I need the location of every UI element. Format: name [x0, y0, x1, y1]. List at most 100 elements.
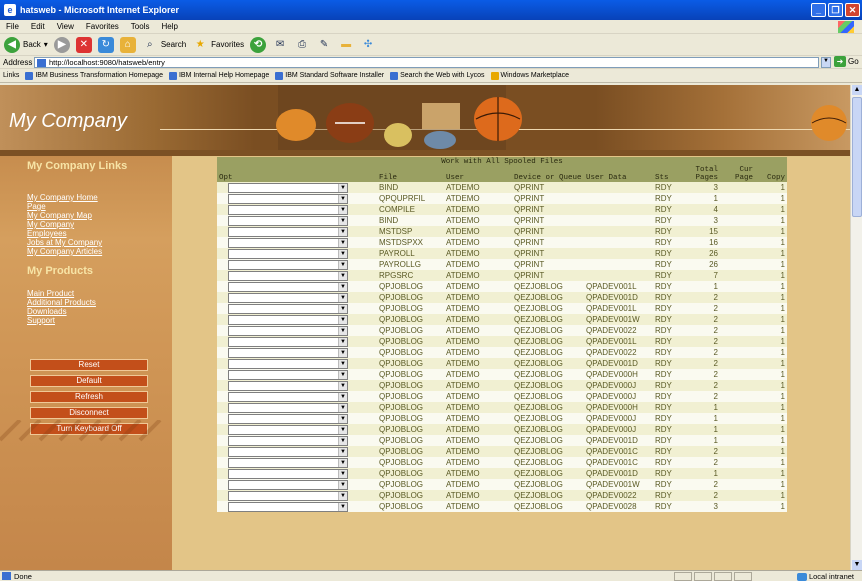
opt-select[interactable]: ▼: [228, 281, 348, 292]
opt-select[interactable]: ▼: [228, 369, 348, 380]
menu-edit[interactable]: Edit: [31, 22, 45, 31]
cell-file: QPJOBLOG: [377, 303, 444, 314]
opt-select[interactable]: ▼: [228, 182, 348, 193]
vertical-scrollbar[interactable]: ▲ ▼: [850, 85, 862, 570]
minimize-button[interactable]: _: [811, 3, 826, 17]
home-button[interactable]: ⌂: [119, 36, 136, 53]
cell-cur: [720, 336, 755, 347]
opt-select[interactable]: ▼: [228, 501, 348, 512]
sidebar-link-employees[interactable]: My Company Employees: [27, 220, 99, 238]
menu-tools[interactable]: Tools: [131, 22, 150, 31]
opt-select[interactable]: ▼: [228, 468, 348, 479]
opt-select[interactable]: ▼: [228, 270, 348, 281]
opt-select[interactable]: ▼: [228, 479, 348, 490]
opt-select[interactable]: ▼: [228, 413, 348, 424]
toolbar: ◀ Back ▾ ▶ ✕ ↻ ⌂ ⌕ Search ★ Favorites ⟲ ✉ ⎙ …: [0, 34, 862, 56]
opt-cell: ▼: [217, 424, 377, 435]
opt-select[interactable]: ▼: [228, 248, 348, 259]
go-button[interactable]: ➜ Go: [834, 56, 859, 67]
sidebar-link-main-product[interactable]: Main Product: [27, 289, 74, 298]
opt-cell: ▼: [217, 435, 377, 446]
scroll-down-arrow-icon[interactable]: ▼: [852, 560, 862, 570]
chevron-down-icon: ▼: [338, 348, 347, 357]
messenger-icon[interactable]: ✣: [360, 37, 376, 53]
address-dropdown-button[interactable]: ▼: [821, 57, 831, 68]
cell-total: 2: [685, 391, 720, 402]
opt-select[interactable]: ▼: [228, 380, 348, 391]
folder-icon[interactable]: ▬: [338, 37, 354, 53]
cell-device: QPRINT: [512, 248, 584, 259]
opt-select[interactable]: ▼: [228, 259, 348, 270]
mail-button[interactable]: ✉: [272, 37, 288, 53]
opt-select[interactable]: ▼: [228, 347, 348, 358]
cell-user: ATDEMO: [444, 248, 512, 259]
stop-button[interactable]: ✕: [75, 36, 92, 53]
maximize-button[interactable]: ❐: [828, 3, 843, 17]
cell-total: 3: [685, 215, 720, 226]
opt-select[interactable]: ▼: [228, 391, 348, 402]
opt-select[interactable]: ▼: [228, 314, 348, 325]
link-item[interactable]: IBM Standard Software Installer: [275, 71, 384, 80]
opt-select[interactable]: ▼: [228, 215, 348, 226]
close-button[interactable]: ✕: [845, 3, 860, 17]
menu-favorites[interactable]: Favorites: [86, 22, 119, 31]
chevron-down-icon: ▼: [338, 205, 347, 214]
opt-select[interactable]: ▼: [228, 336, 348, 347]
cell-total: 2: [685, 325, 720, 336]
opt-select[interactable]: ▼: [228, 424, 348, 435]
scroll-thumb[interactable]: [852, 97, 862, 217]
refresh-page-button[interactable]: Refresh: [30, 391, 148, 403]
menu-view[interactable]: View: [57, 22, 74, 31]
sidebar-link-home[interactable]: My Company Home Page: [27, 193, 117, 211]
scroll-up-arrow-icon[interactable]: ▲: [852, 85, 862, 95]
menu-file[interactable]: File: [6, 22, 19, 31]
opt-select[interactable]: ▼: [228, 204, 348, 215]
col-header-user: User: [444, 166, 512, 182]
search-button[interactable]: ⌕ Search: [142, 37, 186, 53]
link-item[interactable]: IBM Business Transformation Homepage: [25, 71, 163, 80]
sidebar-link-additional-products[interactable]: Additional Products: [27, 298, 96, 307]
cell-copy: 1: [755, 281, 787, 292]
opt-select[interactable]: ▼: [228, 325, 348, 336]
opt-select[interactable]: ▼: [228, 490, 348, 501]
cell-total: 15: [685, 226, 720, 237]
chevron-down-icon: ▼: [338, 359, 347, 368]
menu-help[interactable]: Help: [161, 22, 177, 31]
chevron-down-icon: ▼: [338, 403, 347, 412]
opt-select[interactable]: ▼: [228, 237, 348, 248]
opt-select[interactable]: ▼: [228, 435, 348, 446]
sidebar-link-map[interactable]: My Company Map: [27, 211, 92, 220]
history-button[interactable]: ⟲: [250, 36, 267, 53]
default-button[interactable]: Default: [30, 375, 148, 387]
opt-select[interactable]: ▼: [228, 226, 348, 237]
link-item[interactable]: Windows Marketplace: [490, 71, 569, 80]
cell-cur: [720, 292, 755, 303]
edit-button[interactable]: ✎: [316, 37, 332, 53]
opt-select[interactable]: ▼: [228, 358, 348, 369]
sidebar-link-articles[interactable]: My Company Articles: [27, 247, 102, 256]
opt-select[interactable]: ▼: [228, 402, 348, 413]
cell-total: 2: [685, 347, 720, 358]
sidebar-link-support[interactable]: Support: [27, 316, 55, 325]
forward-button[interactable]: ▶: [53, 36, 70, 53]
intranet-icon: [796, 572, 807, 581]
cell-copy: 1: [755, 259, 787, 270]
link-item[interactable]: IBM Internal Help Homepage: [168, 71, 269, 80]
print-button[interactable]: ⎙: [294, 37, 310, 53]
opt-select[interactable]: ▼: [228, 457, 348, 468]
sidebar-link-downloads[interactable]: Downloads: [27, 307, 67, 316]
disconnect-button[interactable]: Disconnect: [30, 407, 148, 419]
sidebar-link-jobs[interactable]: Jobs at My Company: [27, 238, 102, 247]
back-button[interactable]: ◀ Back ▾: [4, 36, 48, 53]
cell-userdata: QPADEV001D: [584, 292, 653, 303]
opt-select[interactable]: ▼: [228, 292, 348, 303]
opt-select[interactable]: ▼: [228, 303, 348, 314]
favorites-button[interactable]: ★ Favorites: [192, 37, 244, 53]
opt-select[interactable]: ▼: [228, 446, 348, 457]
reset-button[interactable]: Reset: [30, 359, 148, 371]
opt-cell: ▼: [217, 182, 377, 193]
link-item[interactable]: Search the Web with Lycos: [390, 71, 485, 80]
refresh-button[interactable]: ↻: [97, 36, 114, 53]
address-input[interactable]: http://localhost:9080/hatsweb/entry: [34, 57, 819, 68]
opt-select[interactable]: ▼: [228, 193, 348, 204]
